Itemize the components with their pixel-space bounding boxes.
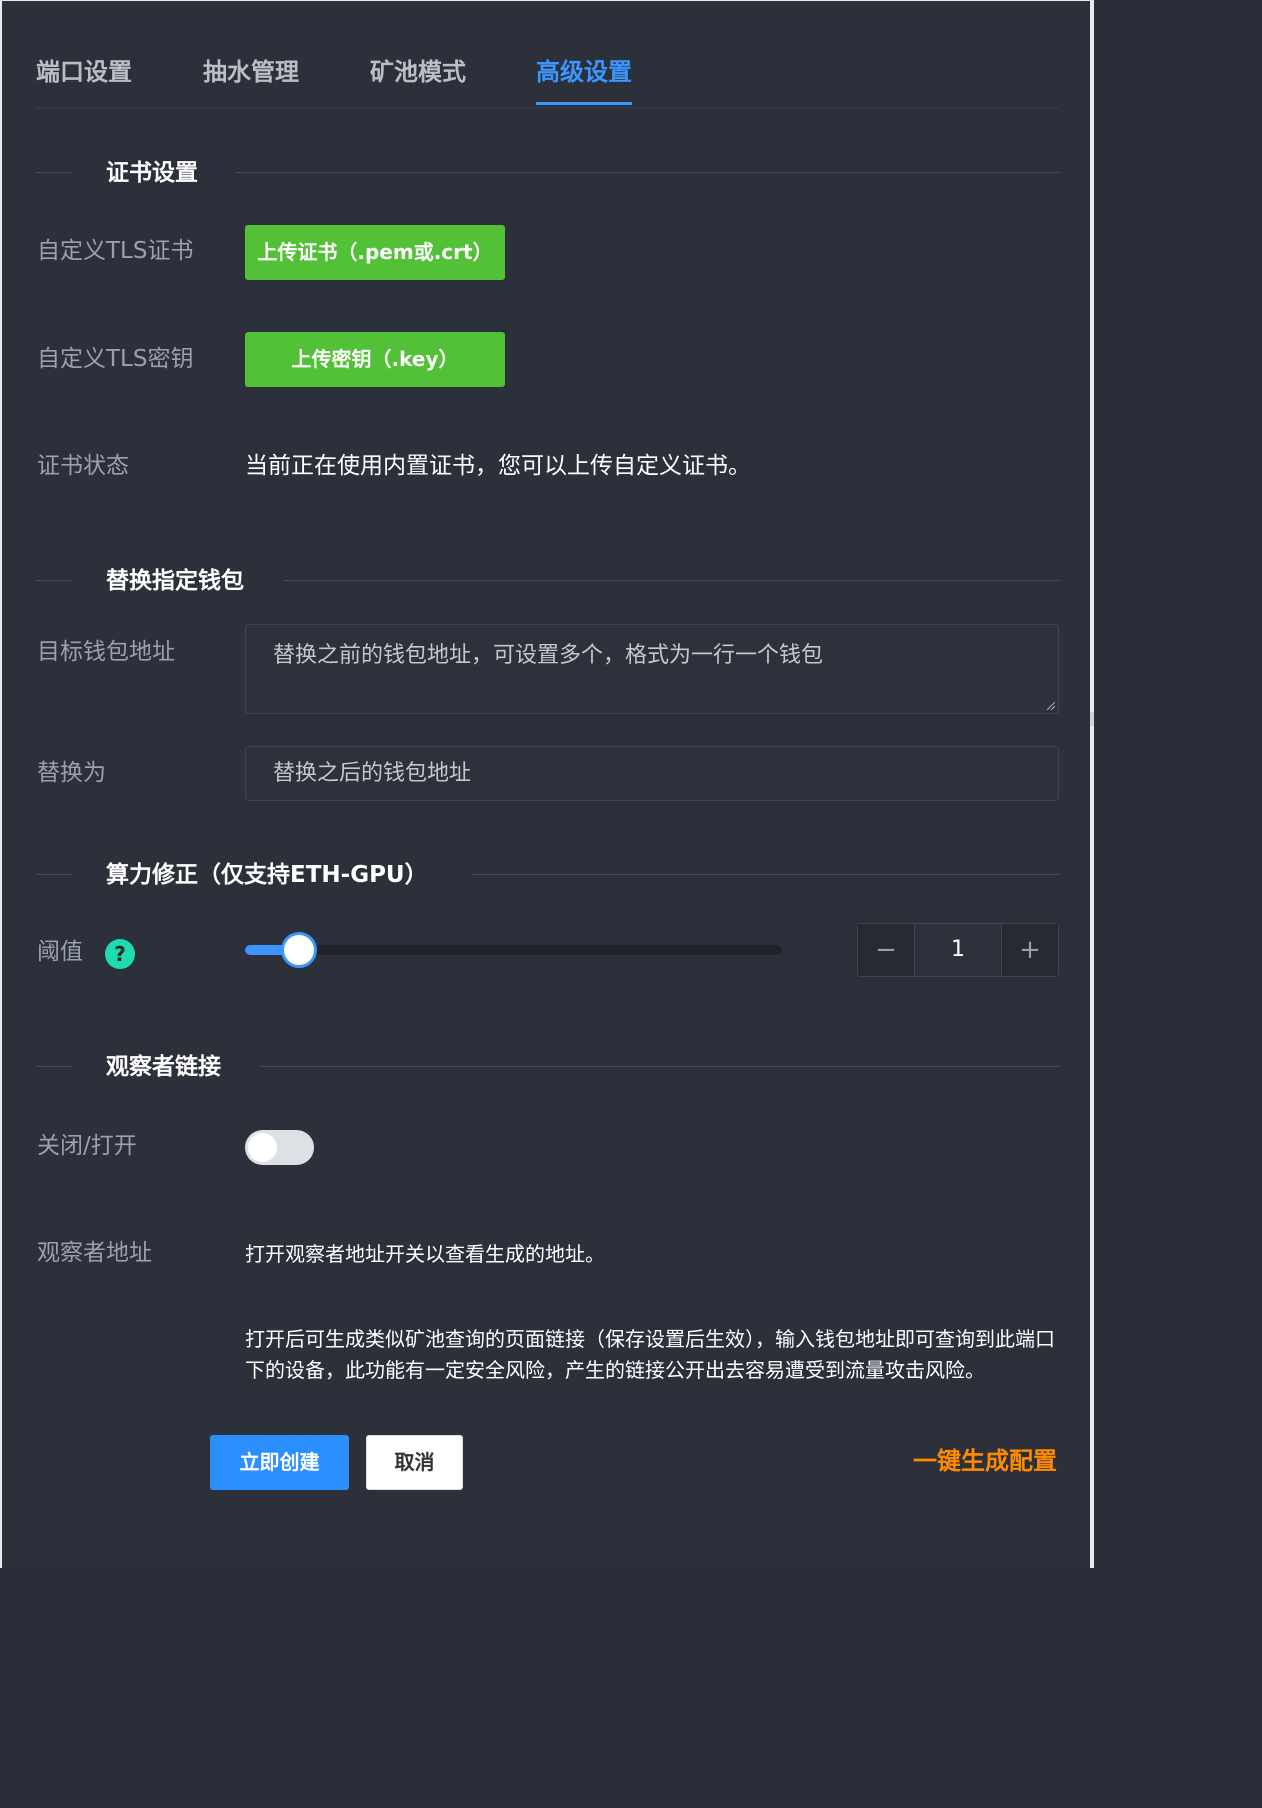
cancel-button[interactable]: 取消 xyxy=(366,1435,463,1490)
section-observer-header: 观察者链接 xyxy=(36,1052,1059,1082)
observer-note: 打开后可生成类似矿池查询的页面链接（保存设置后生效），输入钱包地址即可查询到此端… xyxy=(245,1327,1055,1382)
replace-to-label: 替换为 xyxy=(37,760,106,786)
cert-status-label: 证书状态 xyxy=(37,453,129,479)
section-title-cert: 证书设置 xyxy=(106,160,198,186)
section-wallet-header: 替换指定钱包 xyxy=(36,566,1059,596)
replace-wallet-input[interactable]: 替换之后的钱包地址 xyxy=(245,746,1059,801)
section-cert-header: 证书设置 xyxy=(36,158,1059,188)
observer-toggle[interactable] xyxy=(245,1130,314,1165)
divider xyxy=(284,580,1059,581)
tab-fee-management[interactable]: 抽水管理 xyxy=(203,47,299,105)
resize-grip-icon[interactable] xyxy=(1045,700,1055,710)
section-title-wallet: 替换指定钱包 xyxy=(106,568,244,594)
upload-key-button[interactable]: 上传密钥（.key） xyxy=(245,332,505,387)
divider xyxy=(36,580,72,581)
scrollbar[interactable] xyxy=(1090,0,1094,1568)
threshold-label: 阈值 xyxy=(37,939,83,965)
threshold-stepper: − 1 + xyxy=(857,923,1059,977)
tab-bar: 端口设置 抽水管理 矿池模式 高级设置 xyxy=(36,47,1059,109)
tls-cert-label: 自定义TLS证书 xyxy=(37,238,194,264)
target-wallet-textarea[interactable]: 替换之前的钱包地址，可设置多个，格式为一行一个钱包 xyxy=(245,624,1059,714)
increment-button[interactable]: + xyxy=(1001,924,1058,976)
divider xyxy=(236,172,1059,173)
cert-status-text: 当前正在使用内置证书，您可以上传自定义证书。 xyxy=(245,453,751,479)
divider xyxy=(36,874,72,875)
tls-key-label: 自定义TLS密钥 xyxy=(37,346,194,372)
divider xyxy=(36,172,72,173)
section-title-observer: 观察者链接 xyxy=(106,1054,221,1080)
stepper-value[interactable]: 1 xyxy=(914,924,1002,976)
section-hashrate-header: 算力修正（仅支持ETH-GPU） xyxy=(36,860,1059,890)
divider xyxy=(472,874,1059,875)
generate-config-link[interactable]: 一键生成配置 xyxy=(913,1444,1057,1478)
scrollbar-thumb[interactable] xyxy=(1090,712,1094,726)
threshold-slider[interactable] xyxy=(245,945,782,955)
settings-dialog: 端口设置 抽水管理 矿池模式 高级设置 证书设置 自定义TLS证书 上传证书（.… xyxy=(0,0,1094,1568)
tab-pool-mode[interactable]: 矿池模式 xyxy=(370,47,466,105)
toggle-knob xyxy=(248,1133,277,1162)
create-button[interactable]: 立即创建 xyxy=(210,1435,349,1490)
target-wallet-placeholder: 替换之前的钱包地址，可设置多个，格式为一行一个钱包 xyxy=(273,643,824,668)
replace-wallet-placeholder: 替换之后的钱包地址 xyxy=(273,761,472,786)
tab-port-settings[interactable]: 端口设置 xyxy=(36,47,132,105)
toggle-label: 关闭/打开 xyxy=(37,1133,137,1159)
divider xyxy=(36,1066,72,1067)
upload-cert-button[interactable]: 上传证书（.pem或.crt） xyxy=(245,225,505,280)
target-wallet-label: 目标钱包地址 xyxy=(37,639,175,665)
observer-address-text: 打开观察者地址开关以查看生成的地址。 xyxy=(245,1242,605,1266)
section-title-hashrate: 算力修正（仅支持ETH-GPU） xyxy=(106,862,428,888)
tab-advanced-settings[interactable]: 高级设置 xyxy=(536,47,632,105)
observer-address-label: 观察者地址 xyxy=(37,1240,152,1266)
slider-handle[interactable] xyxy=(280,932,317,968)
help-icon[interactable]: ? xyxy=(105,939,135,969)
divider xyxy=(261,1066,1059,1067)
decrement-button[interactable]: − xyxy=(858,924,915,976)
